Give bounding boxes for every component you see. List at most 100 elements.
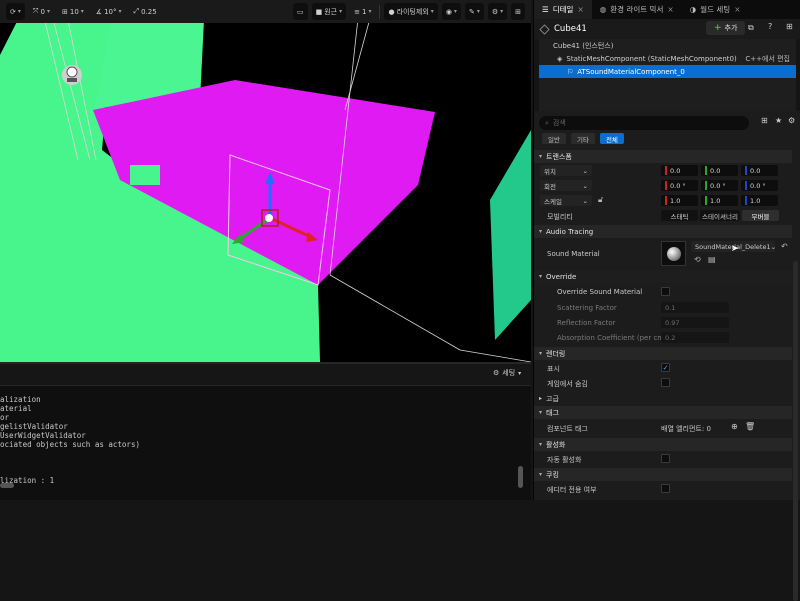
z-axis-marker xyxy=(745,196,747,205)
log-horizontal-scrollbar[interactable] xyxy=(0,483,14,488)
translate-snap-toggle[interactable]: ⤧ 0 ▾ xyxy=(29,3,54,20)
rotation-snap-toggle[interactable]: ∡ 10° ▾ xyxy=(92,3,126,20)
category-override[interactable]: ▾ Override xyxy=(534,270,792,283)
filter-general[interactable]: 일반 xyxy=(542,133,566,144)
location-x-field[interactable]: 0.0 xyxy=(661,165,698,176)
scattering-factor-label: Scattering Factor xyxy=(557,304,617,312)
filter-tabs: 일반 기타 전체 xyxy=(542,133,624,144)
category-transform[interactable]: ▾ 트랜스폼 xyxy=(534,150,792,163)
brush-settings-dropdown[interactable]: ✎ ▾ xyxy=(464,3,484,20)
rotation-z-field[interactable]: 0.0 ° xyxy=(741,180,778,191)
select-mode-button[interactable]: ⟳ ▾ xyxy=(6,3,25,20)
star-icon[interactable]: ★ xyxy=(775,116,782,125)
close-icon[interactable]: × xyxy=(734,5,740,14)
camera-speed-button[interactable]: ▭ xyxy=(292,3,308,20)
scale-y-field[interactable]: 1.0 xyxy=(701,195,738,206)
hidden-in-game-checkbox[interactable] xyxy=(661,378,670,387)
chevron-down-icon: ⌄ xyxy=(582,166,588,175)
grid-snap-toggle[interactable]: ⊞ 10 ▾ xyxy=(58,3,88,20)
log-line: UserWidgetValidator xyxy=(0,431,86,440)
scale-x-field[interactable]: 1.0 xyxy=(661,195,698,206)
location-mode-dropdown[interactable]: 위치 ⌄ xyxy=(540,165,592,176)
category-cooking[interactable]: ▾ 쿠킹 xyxy=(534,468,792,481)
reset-arrow-icon[interactable]: ↶ xyxy=(781,242,788,251)
viewport-scene[interactable] xyxy=(0,0,531,362)
trash-icon[interactable]: 🗑︎ xyxy=(745,422,755,431)
absorption-coefficient-field[interactable]: 0.2 xyxy=(661,332,729,343)
rotation-x-field[interactable]: 0.0 ° xyxy=(661,180,698,191)
settings-icon[interactable]: ⚙ xyxy=(788,116,795,125)
chevron-down-icon: ▾ xyxy=(518,369,522,377)
tab-env-light-mixer[interactable]: ◍ 환경 라이트 믹서 × xyxy=(592,0,682,19)
unlock-icon[interactable]: 🔓︎ xyxy=(598,195,603,205)
category-audio-tracing[interactable]: ▾ Audio Tracing xyxy=(534,225,792,238)
show-flags-dropdown[interactable]: ◉ ▾ xyxy=(441,3,461,20)
grid-layout-icon: ⊞ xyxy=(515,7,521,16)
location-y-field[interactable]: 0.0 xyxy=(701,165,738,176)
maximize-viewport-button[interactable]: ⊞ xyxy=(511,3,525,20)
mobility-movable[interactable]: 무버블 xyxy=(742,210,779,221)
lock-icon[interactable]: ⊞ xyxy=(786,22,793,31)
scale-mode-dropdown[interactable]: 스케일 ⌄ xyxy=(540,195,592,206)
layout-dropdown[interactable]: ≡ 1 ▾ xyxy=(350,3,375,20)
details-search[interactable]: ⌕ 검색 xyxy=(539,116,749,130)
rotation-y-field[interactable]: 0.0 ° xyxy=(701,180,738,191)
advanced-expander[interactable]: ▸ 고급 xyxy=(539,392,792,405)
perspective-dropdown[interactable]: ■ 원근 ▾ xyxy=(311,3,347,20)
help-icon[interactable]: ? xyxy=(768,22,772,31)
component-row-soundmaterial[interactable]: ⚐ ATSoundMaterialComponent_0 xyxy=(539,65,796,78)
sound-material-thumbnail[interactable] xyxy=(661,241,686,266)
add-element-icon[interactable]: ⊕ xyxy=(731,422,738,431)
component-tree: Cube41 (인스턴스) ◈ StaticMeshComponent (Sta… xyxy=(539,39,796,111)
view-mode-dropdown[interactable]: ● 라이팅제외 ▾ xyxy=(384,3,438,20)
editor-only-checkbox[interactable] xyxy=(661,484,670,493)
reflection-factor-field[interactable]: 0.97 xyxy=(661,317,729,328)
mouse-cursor-icon: ➤ xyxy=(731,244,739,254)
mobility-selector: 스태틱 스테이셔너리 무버블 xyxy=(661,210,779,221)
close-icon[interactable]: × xyxy=(667,5,673,14)
tab-details[interactable]: ☰ 디테일 × xyxy=(534,0,592,19)
world-settings-icon: ◑ xyxy=(689,5,697,14)
category-activation[interactable]: ▾ 활성화 xyxy=(534,438,792,451)
component-row-instance[interactable]: Cube41 (인스턴스) xyxy=(539,39,796,52)
use-selected-asset-icon[interactable]: ▤ xyxy=(708,255,716,264)
rotation-mode-dropdown[interactable]: 회전 ⌄ xyxy=(540,180,592,191)
auto-activate-checkbox[interactable] xyxy=(661,454,670,463)
cube-icon xyxy=(539,23,550,35)
wire-edge xyxy=(329,274,461,351)
close-icon[interactable]: × xyxy=(577,5,583,14)
edit-in-cpp-link[interactable]: C++에서 편집 xyxy=(745,54,790,64)
filter-other[interactable]: 기타 xyxy=(570,133,595,144)
component-row-staticmesh[interactable]: ◈ StaticMeshComponent (StaticMeshCompone… xyxy=(539,52,796,65)
chevron-down-icon: ▾ xyxy=(368,8,372,15)
angle-icon: ∡ xyxy=(95,7,103,16)
scale-snap-toggle[interactable]: ⤢ 0.25 xyxy=(130,3,161,20)
sky-light-gizmo-icon[interactable] xyxy=(62,65,82,85)
output-log-panel: ⚙ 세팅 ▾ alization aterial or gelistValida… xyxy=(0,362,531,500)
grid-view-icon[interactable]: ⊞ xyxy=(761,116,768,125)
scattering-factor-field[interactable]: 0.1 xyxy=(661,302,729,313)
blueprint-icon[interactable]: ⧉ xyxy=(748,23,754,33)
category-tags[interactable]: ▾ 태그 xyxy=(534,406,792,419)
level-viewport[interactable]: ⟳ ▾ ⤧ 0 ▾ ⊞ 10 ▾ ∡ 10° ▾ ⤢ 0.25 ▭ ■ 원근 ▾ ≡ 1 ▾ ● 라이팅제… xyxy=(0,0,531,362)
filter-all[interactable]: 전체 xyxy=(599,133,624,144)
category-rendering[interactable]: ▾ 렌더링 xyxy=(534,347,792,360)
actor-name: Cube41 xyxy=(554,24,587,34)
add-component-button[interactable]: + 추가 xyxy=(706,21,746,35)
details-scrollbar[interactable] xyxy=(793,261,798,601)
override-sound-material-checkbox[interactable] xyxy=(661,287,670,296)
log-vertical-scrollbar[interactable] xyxy=(518,466,523,488)
layout-icon: ≡ xyxy=(354,7,360,16)
mobility-static[interactable]: 스태틱 xyxy=(661,210,698,221)
browse-asset-icon[interactable]: ⟲ xyxy=(694,255,701,264)
location-z-field[interactable]: 0.0 xyxy=(741,165,778,176)
visible-checkbox[interactable]: ✓ xyxy=(661,363,670,372)
mobility-stationary[interactable]: 스테이셔너리 xyxy=(700,210,740,221)
viewport-settings-dropdown[interactable]: ⚙ ▾ xyxy=(487,3,508,20)
chevron-down-icon: ▾ xyxy=(46,8,50,15)
log-lines: alization aterial or gelistValidator Use… xyxy=(0,395,515,485)
scale-z-field[interactable]: 1.0 xyxy=(741,195,778,206)
tab-world-settings[interactable]: ◑ 월드 세팅 × xyxy=(682,0,749,19)
log-settings-button[interactable]: ⚙ 세팅 ▾ xyxy=(493,368,521,378)
